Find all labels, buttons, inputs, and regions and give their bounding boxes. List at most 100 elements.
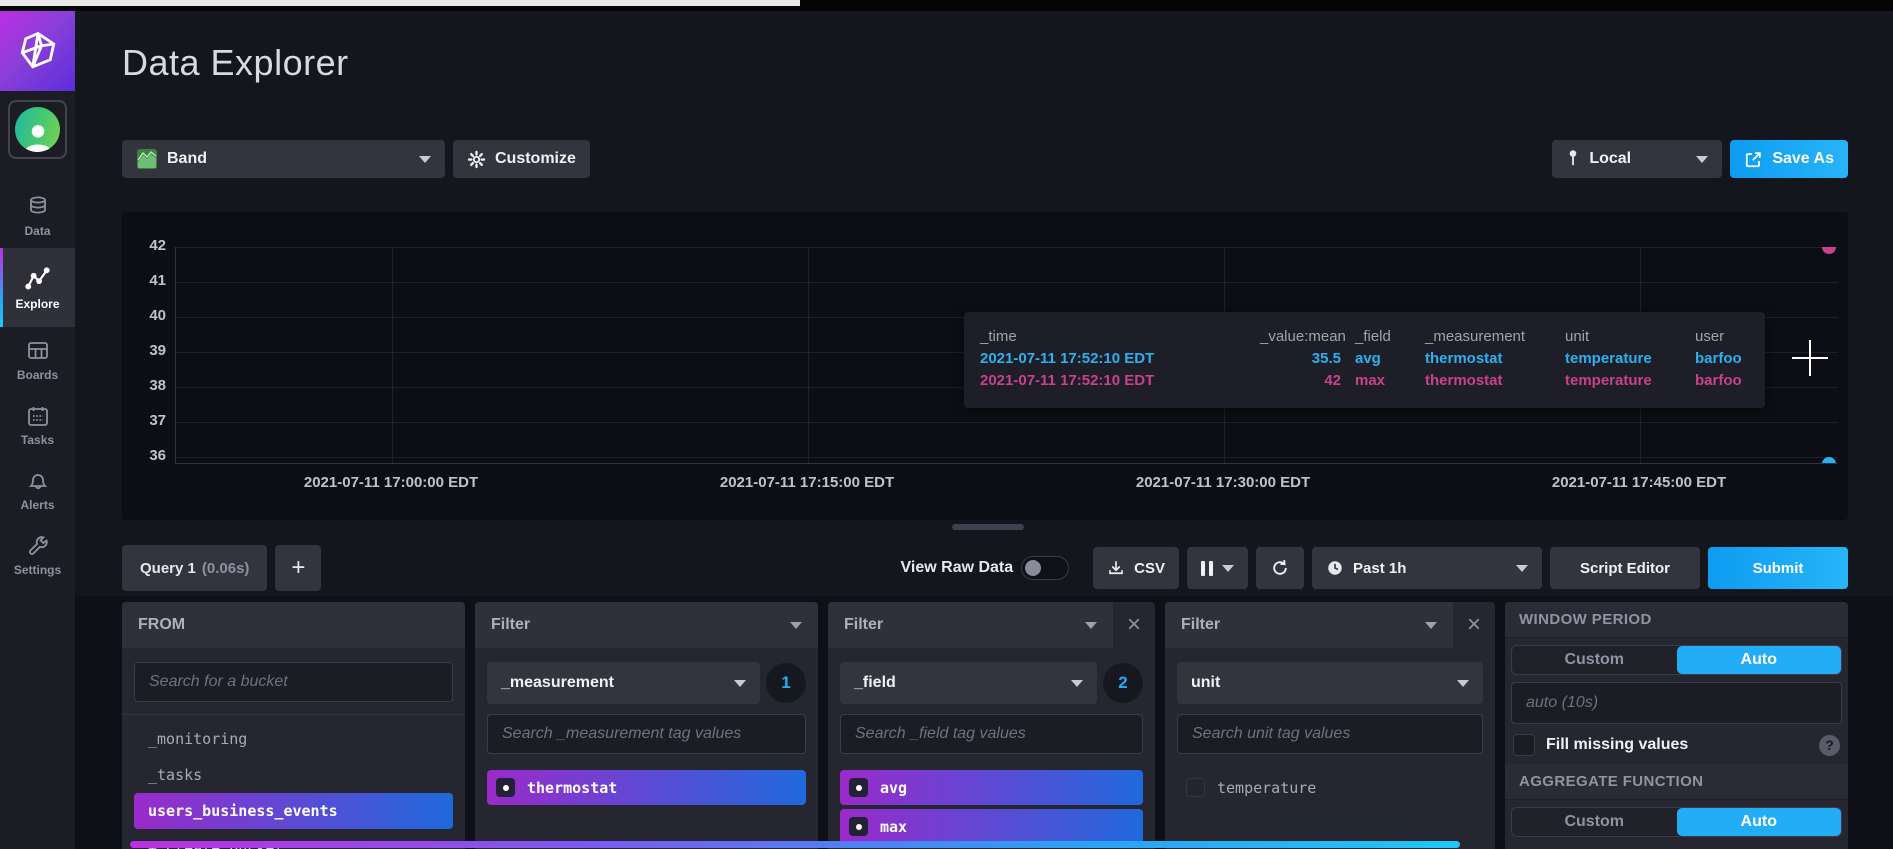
page-title: Data Explorer	[122, 42, 349, 83]
user-avatar[interactable]	[8, 100, 67, 159]
query-tab-label: Query 1	[140, 559, 196, 577]
filter-header[interactable]: Filter	[1165, 602, 1453, 648]
view-raw-data-toggle[interactable]	[1021, 556, 1070, 580]
sidebar-item-tasks[interactable]: Tasks	[0, 392, 75, 457]
visualization-toolbar: Band Customize Local Save As	[122, 140, 1848, 178]
resize-handle[interactable]	[952, 524, 1024, 530]
dashboards-icon	[27, 342, 48, 359]
pin-icon	[1570, 150, 1577, 166]
sidebar-item-data[interactable]: Data	[0, 183, 75, 248]
sidebar-item-label: Explore	[15, 297, 60, 311]
csv-button[interactable]: CSV	[1093, 547, 1179, 589]
sidebar-item-label: Alerts	[20, 498, 55, 512]
refresh-button[interactable]	[1256, 547, 1304, 589]
y-axis-tick: 38	[149, 377, 166, 394]
csv-label: CSV	[1134, 559, 1165, 577]
tooltip-cell-field: max	[1355, 371, 1386, 389]
bucket-item-selected[interactable]: users_business_events	[134, 793, 453, 829]
from-header: FROM	[122, 602, 465, 648]
custom-option[interactable]: Custom	[1512, 646, 1677, 674]
chevron-down-icon	[1085, 621, 1097, 629]
aggregate-mode-toggle[interactable]: Custom Auto	[1511, 807, 1842, 837]
bucket-item[interactable]: _monitoring	[134, 721, 453, 757]
sidebar-item-settings[interactable]: Settings	[0, 522, 75, 587]
view-raw-data-label: View Raw Data	[900, 559, 1014, 576]
sidebar-item-label: Tasks	[20, 433, 55, 447]
x-axis-tick: 2021-07-11 17:15:00 EDT	[719, 474, 895, 491]
tag-key-dropdown[interactable]: _field	[840, 662, 1097, 704]
tag-value-selected[interactable]: max	[840, 809, 1143, 844]
sidebar-item-boards[interactable]: Boards	[0, 327, 75, 392]
options-panel: WINDOW PERIOD Custom Auto Fill missing v…	[1505, 602, 1848, 849]
from-title: FROM	[138, 616, 186, 633]
tag-value-search-input[interactable]	[1177, 714, 1483, 754]
query-tab-duration: (0.06s)	[201, 559, 250, 577]
checkbox-checked-icon	[496, 778, 515, 797]
filter-header[interactable]: Filter	[475, 602, 818, 648]
fill-missing-values-checkbox[interactable]	[1513, 734, 1535, 756]
time-range-label: Past 1h	[1353, 559, 1407, 577]
tag-value-unselected[interactable]: temperature	[1177, 770, 1483, 805]
remove-filter-button[interactable]: ×	[1113, 602, 1155, 648]
tag-value-list: thermostat	[487, 770, 806, 805]
help-icon[interactable]: ?	[1819, 734, 1840, 756]
x-axis-tick: 2021-07-11 17:00:00 EDT	[303, 474, 479, 491]
from-column: FROM _monitoring _tasks users_business_e…	[122, 602, 465, 849]
sidebar-item-alerts[interactable]: Alerts	[0, 457, 75, 522]
graph-type-dropdown[interactable]: Band	[122, 140, 445, 178]
tag-key-dropdown[interactable]: unit	[1177, 662, 1483, 704]
window-period-input[interactable]	[1511, 682, 1842, 724]
filter-header[interactable]: Filter	[828, 602, 1113, 648]
pause-button[interactable]	[1187, 547, 1248, 589]
graph-pulse-icon	[24, 267, 50, 290]
chevron-down-icon	[1516, 564, 1528, 572]
sidebar-item-explore[interactable]: Explore	[0, 248, 75, 327]
local-label: Local	[1589, 150, 1632, 167]
local-dropdown[interactable]: Local	[1552, 140, 1723, 178]
tag-key-dropdown[interactable]: _measurement	[487, 662, 760, 704]
add-query-button[interactable]: +	[275, 545, 322, 591]
band-chart-icon	[137, 149, 157, 169]
checkbox-checked-icon	[849, 778, 868, 797]
sidebar-item-label: Data	[24, 224, 51, 238]
bucket-list: _monitoring _tasks users_business_events…	[122, 714, 465, 849]
chevron-down-icon	[790, 621, 802, 629]
tag-value-search-input[interactable]	[487, 714, 806, 754]
horizontal-scrollbar[interactable]	[130, 841, 1460, 848]
tag-value-selected[interactable]: thermostat	[487, 770, 806, 805]
tooltip-cell-unit: temperature	[1565, 371, 1652, 389]
clock-icon	[1328, 561, 1342, 575]
filter-column-unit: Filter × unit temperature	[1165, 602, 1495, 849]
customize-button[interactable]: Customize	[453, 140, 590, 178]
script-editor-button[interactable]: Script Editor	[1550, 547, 1700, 589]
influxdb-logo[interactable]	[0, 11, 75, 91]
sidebar-item-label: Settings	[13, 563, 62, 577]
tooltip-header: unit	[1565, 327, 1590, 345]
window-period-mode-toggle[interactable]: Custom Auto	[1511, 645, 1842, 675]
sidebar-item-label: Boards	[16, 368, 59, 382]
bucket-item[interactable]: _tasks	[134, 757, 453, 793]
auto-option[interactable]: Auto	[1676, 646, 1841, 674]
tag-value-label: max	[880, 817, 908, 836]
tooltip-cell-measurement: thermostat	[1425, 371, 1503, 389]
chevron-down-icon	[1071, 679, 1083, 687]
tag-value-selected[interactable]: avg	[840, 770, 1143, 805]
query-tab[interactable]: Query 1 (0.06s)	[122, 545, 268, 591]
time-range-dropdown[interactable]: Past 1h	[1312, 547, 1542, 589]
sidebar-nav: Data Explore Boards Tasks Alerts Setting…	[0, 183, 75, 587]
tag-value-search-input[interactable]	[840, 714, 1143, 754]
query-builder: FROM _monitoring _tasks users_business_e…	[122, 602, 1848, 849]
y-axis-tick: 40	[149, 307, 166, 324]
query-toolbar: Query 1 (0.06s) + View Raw Data CSV Past…	[122, 545, 1848, 591]
graph-type-label: Band	[167, 150, 207, 167]
avatar-icon	[15, 107, 60, 152]
tag-value-list: temperature	[1177, 770, 1483, 805]
tooltip-cell-value: 42	[1324, 371, 1341, 389]
custom-option[interactable]: Custom	[1512, 808, 1677, 836]
bucket-search-input[interactable]	[134, 662, 453, 702]
auto-option[interactable]: Auto	[1676, 808, 1841, 836]
save-as-button[interactable]: Save As	[1730, 140, 1848, 178]
remove-filter-button[interactable]: ×	[1453, 602, 1495, 648]
submit-button[interactable]: Submit	[1708, 547, 1848, 589]
refresh-icon	[1273, 559, 1287, 575]
